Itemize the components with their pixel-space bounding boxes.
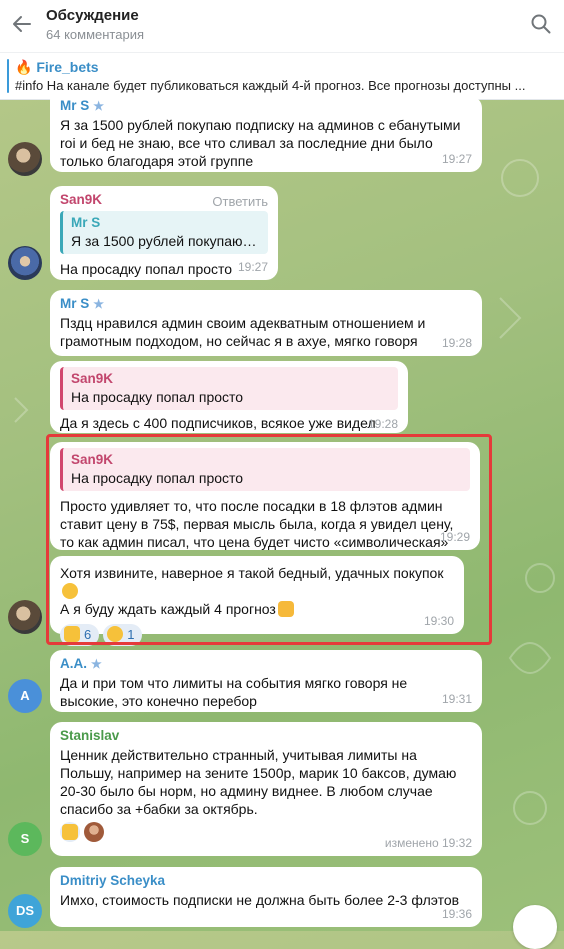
thumbs-up-icon bbox=[62, 824, 78, 840]
message-time: 19:28 bbox=[367, 417, 398, 431]
message-bubble[interactable]: Mr S ★ Пздц нравился админ своим адекватн… bbox=[50, 290, 482, 356]
fire-icon: 🔥 bbox=[15, 59, 33, 75]
message-bubble[interactable]: Dmitriy Scheyka Имхо, стоимость подписки… bbox=[50, 867, 482, 927]
message-author[interactable]: Stanislav bbox=[60, 728, 472, 744]
message-time: 19:31 bbox=[441, 692, 472, 706]
message-text: Да я здесь с 400 подписчиков, всякое уже… bbox=[60, 415, 376, 431]
message-time: 19:36 bbox=[441, 907, 472, 921]
back-arrow-icon[interactable] bbox=[10, 12, 34, 36]
message-text: Пздц нравился админ своим адекватным отн… bbox=[60, 315, 426, 349]
scroll-down-button[interactable] bbox=[513, 905, 557, 949]
pinned-indicator bbox=[7, 59, 9, 93]
message-text: Ценник действительно странный, учитывая … bbox=[60, 747, 457, 817]
pinned-channel-name: 🔥 Fire_bets bbox=[15, 59, 99, 75]
message-bubble[interactable]: Stanislav Ценник действительно странный,… bbox=[50, 722, 482, 856]
message-bubble[interactable]: San9K Ответить Mr S Я за 1500 рублей пок… bbox=[50, 186, 278, 280]
message-author[interactable]: A.A. ★ bbox=[60, 656, 472, 672]
quote-author: San9K bbox=[71, 371, 114, 386]
avatar[interactable] bbox=[8, 142, 42, 176]
reply-button[interactable]: Ответить bbox=[212, 193, 268, 211]
star-icon: ★ bbox=[93, 99, 105, 113]
quote-author: Mr S bbox=[71, 215, 101, 230]
reply-quote[interactable]: Mr S Я за 1500 рублей покупаю по... bbox=[60, 211, 268, 254]
pinned-message[interactable]: 🔥 Fire_bets #info На канале будет публик… bbox=[0, 52, 564, 100]
message-bubble[interactable]: Mr S ★ Я за 1500 рублей покупаю подписку … bbox=[50, 96, 482, 172]
message-text: Да и при том что лимиты на события мягко… bbox=[60, 675, 408, 709]
message-text: Имхо, стоимость подписки не должна быть … bbox=[60, 892, 460, 908]
message-author[interactable]: Mr S ★ bbox=[60, 296, 472, 312]
star-icon: ★ bbox=[91, 657, 102, 671]
star-icon: ★ bbox=[93, 297, 105, 311]
chat-header: Обсуждение 64 комментария bbox=[0, 0, 564, 52]
comment-count: 64 комментария bbox=[46, 27, 144, 42]
avatar[interactable]: DS bbox=[8, 894, 42, 928]
avatar[interactable]: A bbox=[8, 679, 42, 713]
message-time: 19:27 bbox=[441, 152, 472, 166]
avatar[interactable] bbox=[8, 246, 42, 280]
message-time: 19:28 bbox=[441, 336, 472, 350]
message-text: Я за 1500 рублей покупаю подписку на адм… bbox=[60, 117, 461, 169]
pinned-text: #info На канале будет публиковаться кажд… bbox=[15, 78, 526, 93]
avatar[interactable]: S bbox=[8, 822, 42, 856]
search-icon[interactable] bbox=[530, 13, 552, 35]
reply-quote[interactable]: San9K На просадку попал просто bbox=[60, 367, 398, 410]
message-text: На просадку попал просто bbox=[60, 261, 233, 277]
quote-text: Я за 1500 рублей покупаю по... bbox=[71, 233, 260, 249]
message-time: изменено 19:32 bbox=[384, 836, 472, 850]
avatar[interactable] bbox=[8, 600, 42, 634]
quote-text: На просадку попал просто bbox=[71, 389, 244, 405]
message-author[interactable]: Dmitriy Scheyka bbox=[60, 873, 472, 889]
message-author[interactable]: Mr S ★ bbox=[60, 98, 472, 114]
page-title: Обсуждение bbox=[46, 7, 139, 24]
highlight-frame bbox=[46, 434, 492, 645]
message-bubble[interactable]: A.A. ★ Да и при том что лимиты на события… bbox=[50, 650, 482, 712]
message-bubble[interactable]: San9K На просадку попал просто Да я здес… bbox=[50, 361, 408, 433]
message-time: 19:27 bbox=[237, 260, 268, 274]
reaction-thumbs-up[interactable] bbox=[60, 822, 80, 842]
reactor-avatar[interactable] bbox=[83, 822, 104, 842]
